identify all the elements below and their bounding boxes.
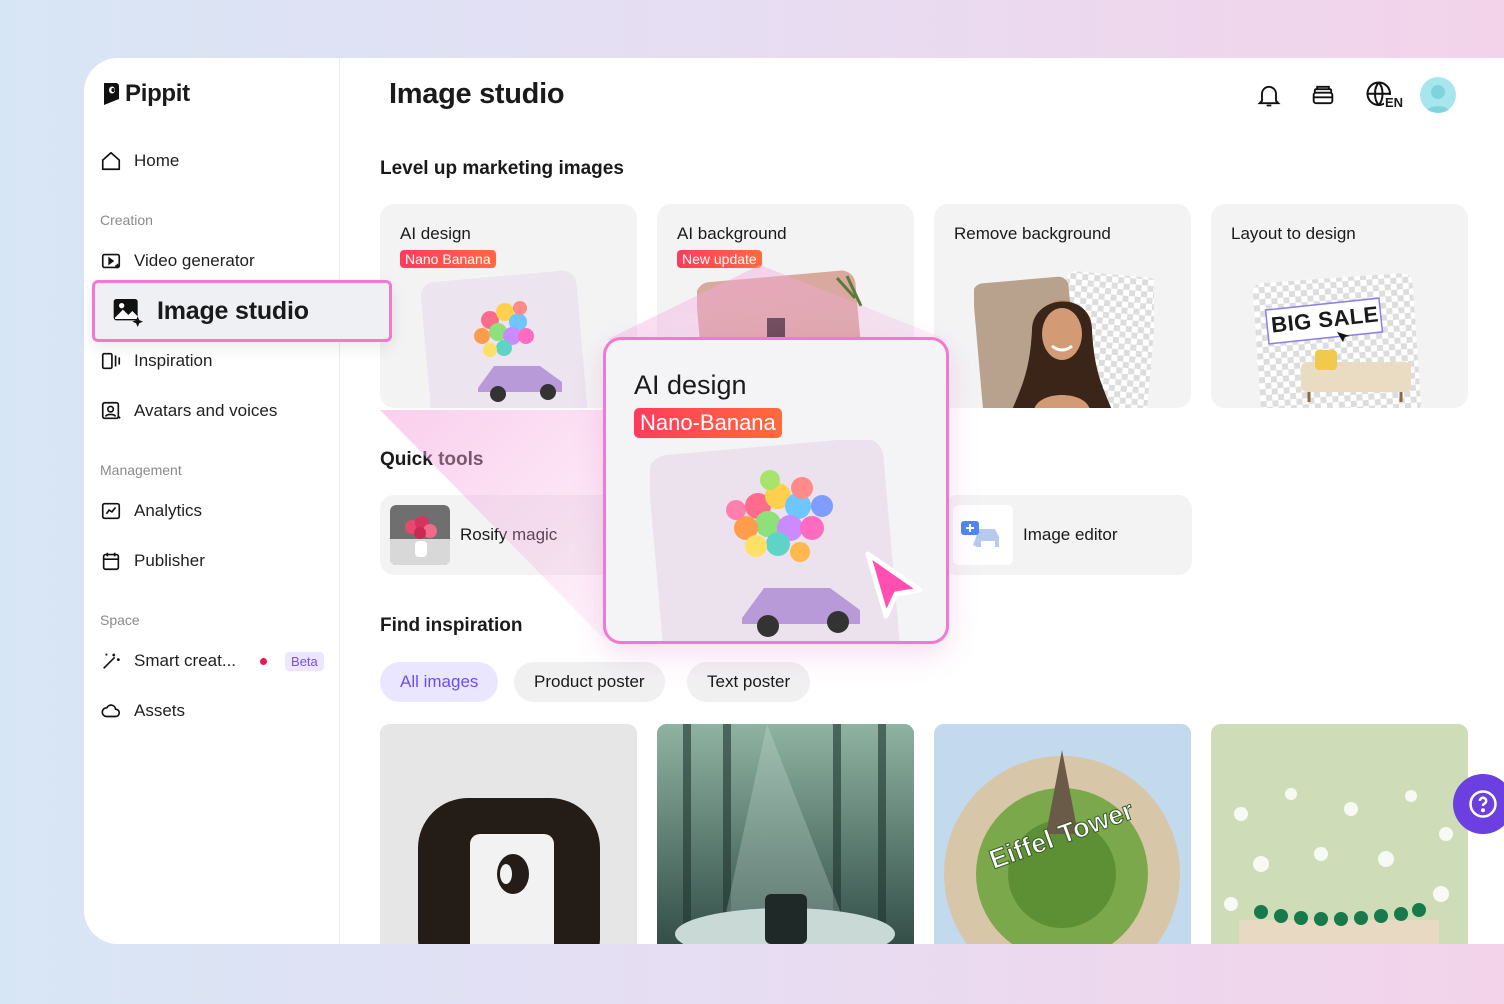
card-remove-background[interactable]: Remove background [934,204,1191,408]
section-heading-marketing: Level up marketing images [380,158,624,179]
sidebar: Pippit Home Creation Video generator Ins… [84,58,340,944]
pointer-cursor-icon [865,551,923,619]
page-title: Image studio [389,78,565,110]
sidebar-item-label: Avatars and voices [134,401,278,420]
sidebar-item-home[interactable]: Home [100,141,179,181]
sidebar-item-analytics[interactable]: Analytics [100,491,202,531]
forest-product-image [657,724,914,944]
tool-label: Image editor [1023,525,1118,544]
sidebar-item-label: Smart creat... [134,651,237,670]
card-layout-to-design[interactable]: Layout to design BIG SALE [1211,204,1468,408]
rose-vase-thumbnail [390,505,450,565]
inspiration-tile-bracelet[interactable] [1211,724,1468,944]
sidebar-item-label: Inspiration [134,351,213,370]
balloon-car-image [421,270,588,408]
user-avatar-icon [1425,85,1451,113]
section-heading-inspiration: Find inspiration [380,615,523,636]
beta-badge: Beta [285,651,324,671]
tool-label: Rosify magic [460,525,558,544]
sidebar-item-publisher[interactable]: Publisher [100,541,205,581]
sidebar-item-label: Image studio [157,296,309,325]
sidebar-item-label: Video generator [134,251,255,270]
sidebar-item-image-studio[interactable]: Image studio [92,280,392,342]
question-icon [1469,790,1497,818]
top-toolbar: EN [1252,77,1456,113]
sidebar-item-label: Analytics [134,501,203,520]
filter-product-poster[interactable]: Product poster [514,662,665,702]
tool-image-editor[interactable]: Image editor [943,495,1192,575]
section-label-management: Management [100,462,182,478]
sidebar-item-label: Home [134,151,180,170]
sidebar-item-smart-creation[interactable]: Smart creat... Beta [100,641,324,681]
card-title: Layout to design [1231,224,1356,243]
notifications-button[interactable] [1252,78,1286,112]
ai-design-popup[interactable]: AI design Nano-Banana [603,337,949,644]
video-plus-icon [101,253,121,269]
filter-all-images[interactable]: All images [380,662,499,702]
sidebar-item-video-generator[interactable]: Video generator [100,241,255,281]
portrait-checker-image [974,271,1154,408]
notification-dot [260,657,268,665]
sidebar-item-avatars[interactable]: Avatars and voices [100,391,277,431]
language-button[interactable]: EN [1360,78,1404,112]
subscription-button[interactable] [1306,78,1340,112]
bracelet-meadow-image [1211,724,1468,944]
big-sale-layout-image [1252,273,1421,408]
card-title: AI background [677,224,787,243]
image-sparkle-icon [113,299,143,327]
user-avatar[interactable] [1420,77,1456,113]
inspiration-tile-eiffel-globe[interactable]: Eiffel Tower [934,724,1191,944]
magic-wand-icon [103,653,120,669]
brand-name: Pippit [125,80,190,107]
home-icon [101,151,121,171]
sidebar-item-label: Publisher [134,551,205,570]
bell-icon [1257,85,1281,107]
sidebar-item-inspiration[interactable]: Inspiration [100,341,212,381]
inspiration-tile-fur-logo[interactable] [380,724,637,944]
sidebar-item-label: Assets [134,701,186,720]
fur-logo-image [380,724,637,944]
section-heading-quick-tools: Quick tools [380,449,484,470]
calendar-icon [102,552,120,571]
filter-text-poster[interactable]: Text poster [687,662,811,702]
image-editor-thumbnail [953,505,1013,565]
popup-title: AI design [634,370,747,400]
section-label-space: Space [100,612,140,628]
language-code: EN [1383,95,1404,110]
cloud-icon [101,704,121,718]
stack-icon [1312,85,1334,105]
card-title: AI design [400,224,471,243]
card-tag: New update [677,250,762,268]
avatar-icon [101,401,121,420]
inspiration-icon [101,352,121,370]
pippit-logo-icon [104,83,119,105]
help-button[interactable] [1453,774,1504,834]
section-label-creation: Creation [100,212,153,228]
inspiration-tile-forest-product[interactable] [657,724,914,944]
card-tag: Nano Banana [400,250,496,268]
analytics-icon [101,502,121,520]
card-ai-design[interactable]: AI design Nano Banana [380,204,637,408]
card-title: Remove background [954,224,1111,243]
logo[interactable]: Pippit [101,80,190,108]
popup-tag: Nano-Banana [634,408,782,438]
sidebar-item-assets[interactable]: Assets [100,691,185,731]
